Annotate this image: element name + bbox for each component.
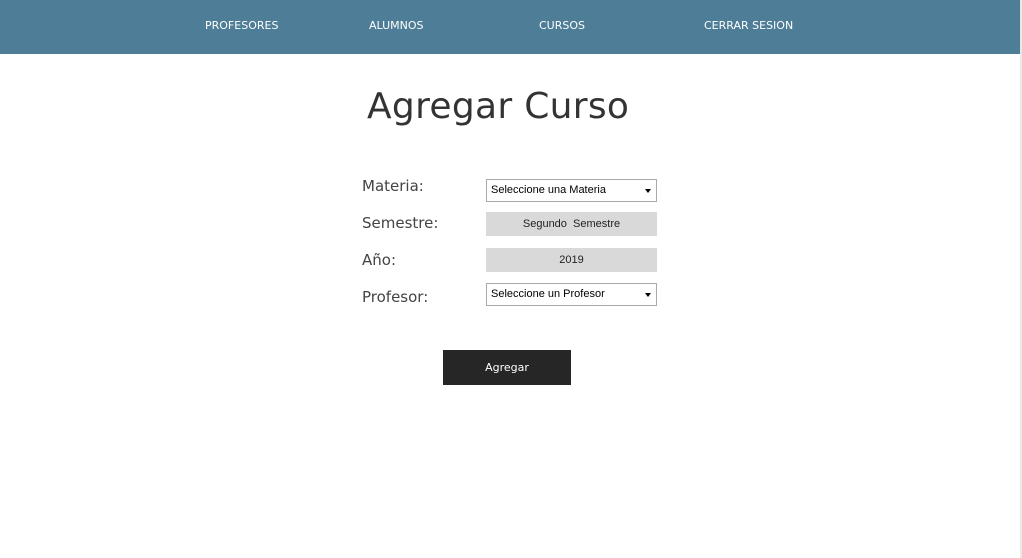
anio-label: Año: [362,251,396,269]
semestre-label: Semestre: [362,214,439,232]
semestre-field: Segundo Semestre [486,212,657,236]
agregar-button[interactable]: Agregar [443,350,571,385]
page-title: Agregar Curso [367,86,630,127]
profesor-select[interactable]: Seleccione un Profesor [486,283,657,306]
top-navbar: PROFESORES ALUMNOS CURSOS CERRAR SESION [0,0,1020,54]
page: PROFESORES ALUMNOS CURSOS CERRAR SESION … [0,0,1022,558]
nav-link-profesores[interactable]: PROFESORES [205,19,278,32]
chevron-down-icon [645,189,651,193]
profesor-select-value: Seleccione un Profesor [491,288,605,300]
materia-select-value: Seleccione una Materia [491,184,606,196]
nav-link-cerrar-sesion[interactable]: CERRAR SESION [704,19,793,32]
nav-link-cursos[interactable]: CURSOS [539,19,585,32]
anio-field: 2019 [486,248,657,272]
profesor-label: Profesor: [362,288,429,306]
nav-link-alumnos[interactable]: ALUMNOS [369,19,424,32]
chevron-down-icon [645,293,651,297]
materia-label: Materia: [362,177,424,195]
materia-select[interactable]: Seleccione una Materia [486,179,657,202]
